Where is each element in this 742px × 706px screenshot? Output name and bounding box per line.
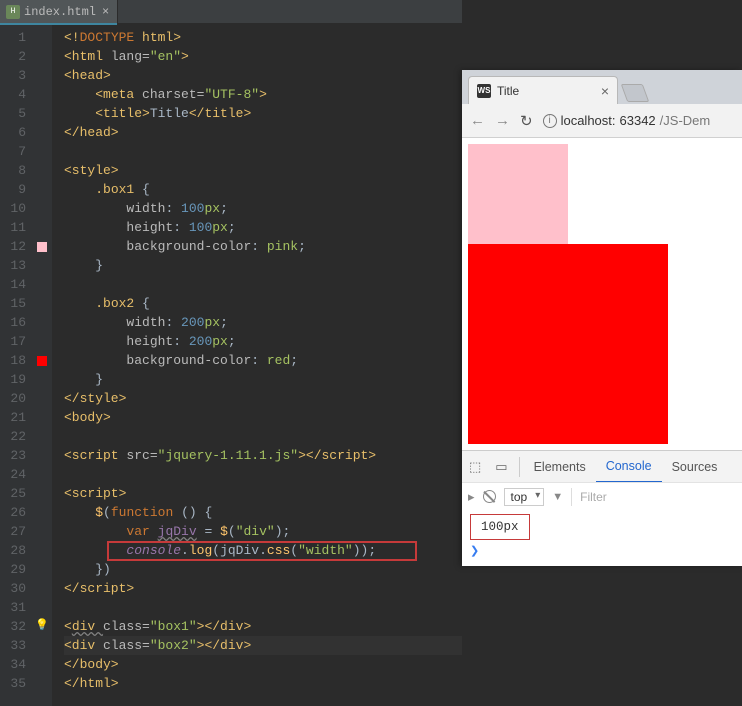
editor-tab-bar: H index.html ×: [0, 0, 462, 24]
reload-button[interactable]: ↻: [520, 112, 533, 130]
browser-tab-strip: WS Title ×: [462, 70, 742, 104]
html-file-icon: H: [6, 5, 20, 19]
forward-button[interactable]: →: [495, 112, 510, 129]
code-area[interactable]: 1234567891011121314151617181920212223242…: [0, 24, 462, 706]
browser-toolbar: ← → ↻ i localhost: 63342/JS-Dem: [462, 104, 742, 138]
devtools-console-output[interactable]: 100px ❯: [462, 510, 742, 566]
box2-element: [468, 244, 668, 444]
address-bar[interactable]: i localhost: 63342/JS-Dem: [543, 113, 734, 128]
box1-element: [468, 144, 568, 244]
code-editor: H index.html × 1234567891011121314151617…: [0, 0, 462, 706]
site-info-icon[interactable]: i: [543, 114, 557, 128]
code-content[interactable]: <!DOCTYPE html><html lang="en"><head> <m…: [52, 24, 462, 706]
filter-input[interactable]: Filter: [580, 490, 607, 504]
back-button[interactable]: ←: [470, 112, 485, 129]
new-tab-button[interactable]: [621, 84, 650, 102]
devtools-tab-console[interactable]: Console: [596, 451, 662, 483]
gutter-marks: [32, 24, 52, 706]
url-host: localhost:: [561, 113, 616, 128]
devtools-console-controls: ▸ top ▼ Filter: [462, 482, 742, 510]
devtools-tabs: ⬚ ▭ Elements Console Sources: [462, 450, 742, 482]
favicon-icon: WS: [477, 84, 491, 98]
show-console-icon[interactable]: ▸: [468, 489, 475, 505]
console-prompt-icon[interactable]: ❯: [470, 544, 734, 558]
inspect-icon[interactable]: ⬚: [462, 459, 488, 475]
close-icon[interactable]: ×: [102, 5, 109, 19]
browser-tab-label: Title: [497, 84, 519, 98]
editor-tab-label: index.html: [24, 5, 96, 19]
clear-console-icon[interactable]: [483, 490, 496, 503]
devtools-tab-elements[interactable]: Elements: [524, 451, 596, 483]
console-log-output: 100px: [470, 514, 530, 540]
context-selector[interactable]: top: [504, 488, 545, 506]
page-viewport: [462, 138, 742, 450]
device-toggle-icon[interactable]: ▭: [488, 459, 514, 475]
browser-tab-title[interactable]: WS Title ×: [468, 76, 618, 104]
url-path: /JS-Dem: [660, 113, 711, 128]
url-port: 63342: [620, 113, 656, 128]
devtools-tab-sources[interactable]: Sources: [662, 451, 728, 483]
browser-panel: WS Title × ← → ↻ i localhost: 63342/JS-De…: [462, 0, 742, 706]
line-number-gutter: 1234567891011121314151617181920212223242…: [0, 24, 32, 706]
editor-tab-index-html[interactable]: H index.html ×: [0, 0, 118, 24]
close-icon[interactable]: ×: [601, 83, 609, 99]
